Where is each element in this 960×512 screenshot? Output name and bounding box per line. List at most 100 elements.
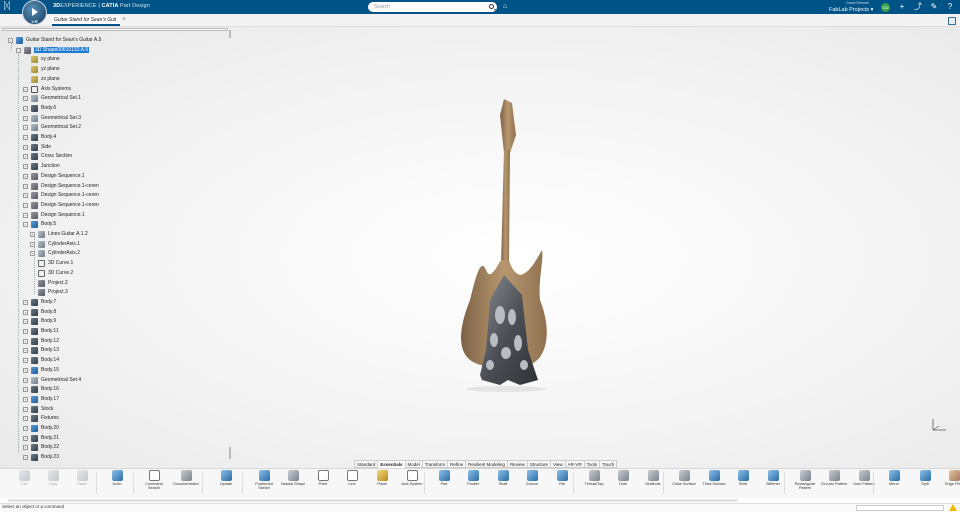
tree-node[interactable]: + Body.16	[23, 385, 59, 394]
section-tab[interactable]: Tools	[583, 460, 601, 468]
tree-node[interactable]: + Stock	[23, 405, 54, 414]
tree-node[interactable]: + Design Sequence.1-ceren	[23, 191, 99, 200]
tree-node[interactable]: + Body.20	[23, 424, 59, 433]
section-tab[interactable]: Touch	[599, 460, 618, 468]
groove-button[interactable]: Groove	[518, 470, 546, 486]
tree-node[interactable]: + Body.8	[23, 308, 56, 317]
tree-node[interactable]: + Lines Guitar A.1.2	[30, 230, 88, 239]
expand-icon[interactable]: +	[23, 212, 28, 218]
expand-icon[interactable]: +	[23, 164, 28, 170]
expand-icon[interactable]: +	[23, 435, 28, 441]
search-input[interactable]: Search	[368, 2, 497, 12]
positioned-sketch-button[interactable]: Positioned Sketch	[250, 470, 278, 490]
expand-icon[interactable]: +	[23, 416, 28, 422]
section-tab[interactable]: Review	[506, 460, 528, 468]
action-bar-scrollbar[interactable]	[8, 499, 738, 502]
add-icon[interactable]: +	[897, 2, 907, 12]
thick-surface-button[interactable]: Thick Surface	[700, 470, 728, 486]
tree-node[interactable]: + Body.9	[23, 317, 56, 326]
pocket-button[interactable]: Pocket	[459, 470, 487, 486]
ds-logo-icon[interactable]: ᛞ	[4, 2, 10, 12]
compass-triad-icon[interactable]	[930, 418, 948, 432]
avatar[interactable]: GD	[881, 3, 890, 12]
section-tab[interactable]: Transform	[421, 460, 449, 468]
section-tab[interactable]: Resilient Modeling	[465, 460, 508, 468]
expand-icon[interactable]: +	[23, 154, 28, 160]
command-search-button[interactable]: Command Search	[140, 470, 168, 490]
rib-button[interactable]: Rib	[548, 470, 576, 486]
stiffener-button[interactable]: Stiffener	[759, 470, 787, 486]
tree-node[interactable]: + Design Sequence.1-ceren	[23, 182, 99, 191]
expand-icon[interactable]: +	[23, 125, 28, 131]
share-icon[interactable]: ⤴	[913, 2, 923, 12]
tree-node[interactable]: + Body.7	[23, 298, 56, 307]
tab-guitar-stand[interactable]: Guitar Stand for Sean's Guit	[52, 16, 120, 26]
edge-fillet-button[interactable]: Edge Fillet	[940, 470, 960, 486]
section-tab[interactable]: Model	[404, 460, 423, 468]
point-button[interactable]: Point	[309, 470, 337, 486]
expand-icon[interactable]: +	[23, 96, 28, 102]
tree-node[interactable]: + CylinderAxis.2	[30, 249, 80, 258]
tree-node[interactable]: + Design Sequence.1-ceren	[23, 201, 99, 210]
paste-button[interactable]: Paste	[68, 470, 96, 486]
tree-node[interactable]: − Guitar Stand for Sean's Guitar A.5	[8, 36, 101, 45]
expand-icon[interactable]: +	[23, 367, 28, 373]
expand-icon[interactable]: +	[23, 193, 28, 199]
undo-button[interactable]: Undo	[103, 470, 131, 486]
compass-icon[interactable]: V.R	[22, 0, 47, 25]
tree-node[interactable]: yz plane	[31, 65, 60, 74]
expand-icon[interactable]: +	[23, 338, 28, 344]
expand-icon[interactable]: +	[23, 387, 28, 393]
tree-node[interactable]: zx plane	[31, 75, 60, 84]
expand-icon[interactable]: +	[23, 183, 28, 189]
tree-node[interactable]: + Side	[23, 143, 51, 152]
line-button[interactable]: Line	[338, 470, 366, 486]
update-button[interactable]: Update	[212, 470, 240, 486]
tree-node[interactable]: + Geometrical Set.1	[23, 94, 81, 103]
tag-icon[interactable]: ⌂	[503, 3, 507, 10]
tree-node[interactable]: + Design Sequence.1	[23, 172, 85, 181]
pad-button[interactable]: Pad	[430, 470, 458, 486]
workspace-selector[interactable]: FabLab Projects ▾	[829, 7, 873, 13]
tree-node[interactable]: Project.2	[38, 279, 68, 288]
collapse-icon[interactable]: −	[23, 222, 28, 228]
expand-icon[interactable]: +	[23, 86, 28, 92]
tree-node[interactable]: + Axis Systems	[23, 85, 71, 94]
add-tab-button[interactable]: +	[122, 16, 126, 23]
tree-node[interactable]: − Body.5	[23, 220, 56, 229]
tree-node[interactable]: + Body.17	[23, 395, 59, 404]
tree-node[interactable]: −3D Shape00610133 A.5	[16, 46, 90, 55]
expand-icon[interactable]: +	[23, 445, 28, 451]
tree-node[interactable]: + Body.11	[23, 327, 59, 336]
expand-icon[interactable]: +	[23, 135, 28, 140]
expand-icon[interactable]: +	[23, 202, 28, 208]
tree-node[interactable]: + Geometrical Set.2	[23, 123, 81, 132]
rectangular-pattern-button[interactable]: Rectangular Pattern	[791, 470, 819, 490]
plane-button[interactable]: Plane	[368, 470, 396, 486]
tree-node[interactable]: + Body.12	[23, 337, 59, 346]
shell-button[interactable]: Shell	[729, 470, 757, 486]
expand-icon[interactable]: +	[23, 377, 28, 383]
expand-icon[interactable]: +	[23, 455, 28, 461]
section-tab[interactable]: AR-VR	[564, 460, 585, 468]
guitar-model[interactable]	[440, 95, 560, 395]
fit-all-icon[interactable]	[948, 17, 956, 25]
expand-icon[interactable]: +	[23, 309, 28, 315]
tree-node[interactable]: + Fixtures	[23, 414, 59, 423]
tree-node[interactable]: + Design Sequence.1	[23, 211, 85, 220]
tree-node[interactable]: + CylinderAxis.1	[30, 240, 80, 249]
tree-node[interactable]: + Body.4	[23, 133, 56, 142]
tree-node[interactable]: + Geometrical Set.3	[23, 114, 81, 123]
expand-icon[interactable]: +	[23, 105, 28, 111]
tree-node[interactable]: + Body.23	[23, 453, 59, 462]
mirror-button[interactable]: Mirror	[880, 470, 908, 486]
expand-icon[interactable]: +	[23, 358, 28, 364]
section-tab[interactable]: View	[549, 460, 566, 468]
tree-node[interactable]: + Geometrical Set.4	[23, 376, 81, 385]
cut-button[interactable]: Cut	[10, 470, 38, 486]
split-button[interactable]: Split	[911, 470, 939, 486]
tools-icon[interactable]: ✎	[929, 2, 939, 12]
tree-node[interactable]: + Body.14	[23, 356, 59, 365]
expand-icon[interactable]: +	[23, 144, 28, 150]
tree-node[interactable]: + Body.6	[23, 104, 56, 113]
